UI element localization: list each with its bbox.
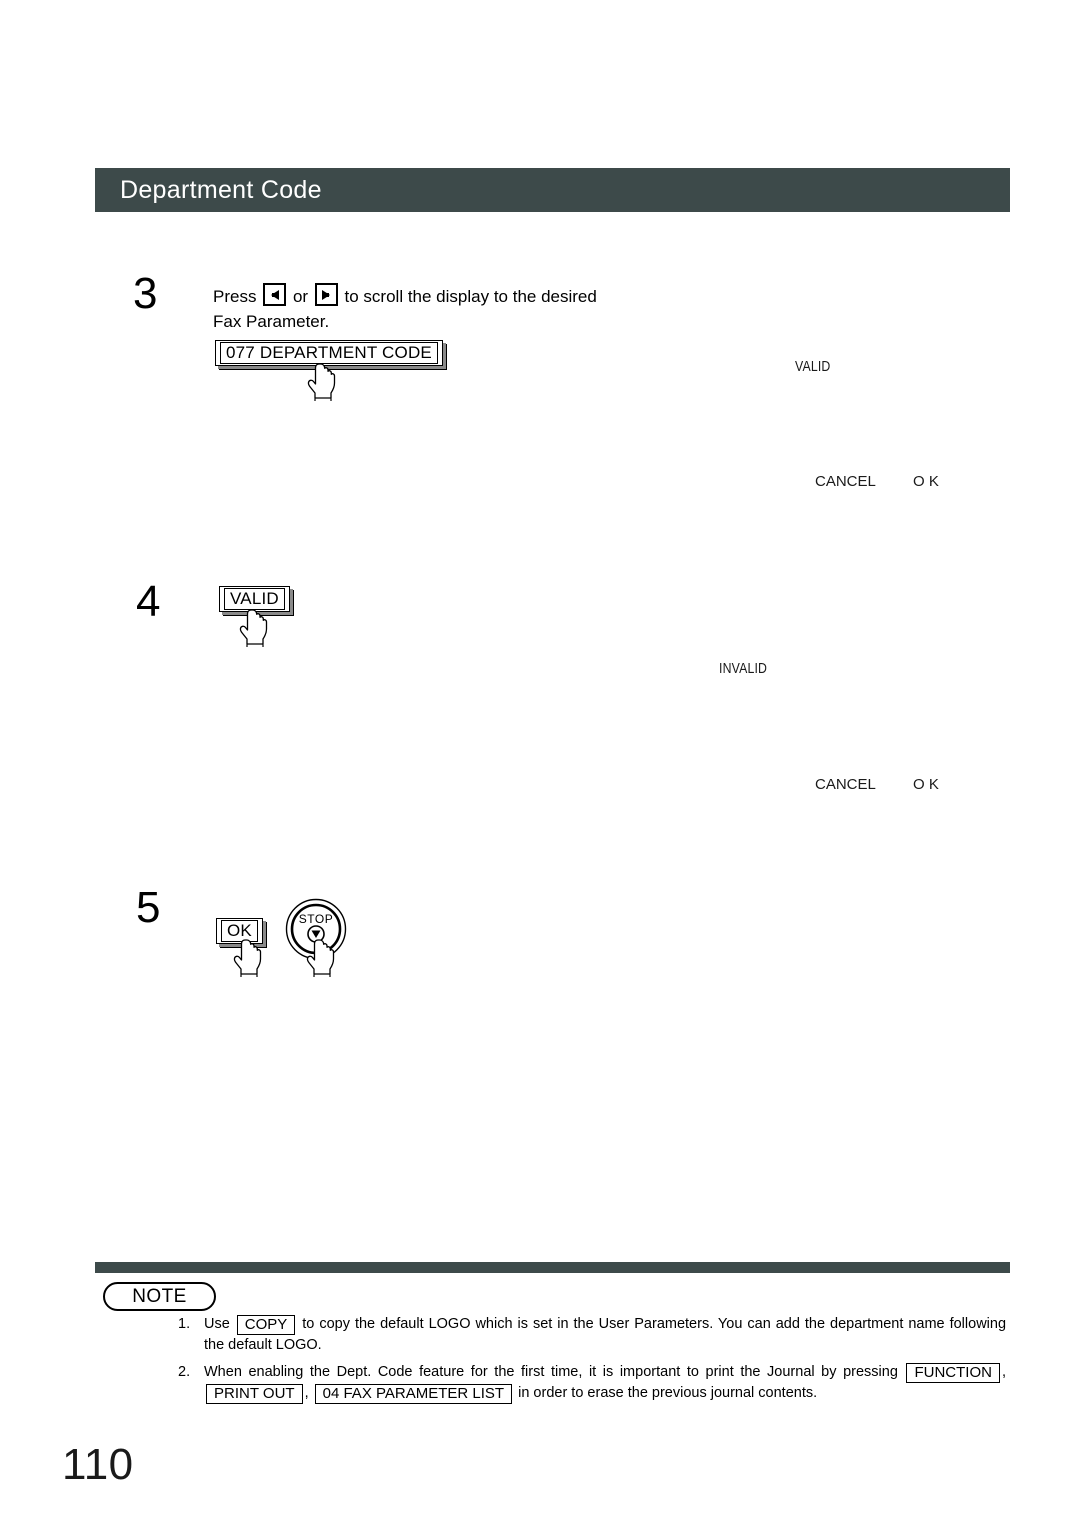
pointing-hand-icon — [232, 938, 266, 978]
note-item-2-sep1: , — [1001, 1364, 1006, 1380]
step-3-lcd-softkey-cancel[interactable]: CANCEL — [815, 473, 876, 490]
note-item-1: 1. Use COPY to copy the default LOGO whi… — [178, 1314, 1006, 1356]
arrow-right-icon[interactable] — [314, 283, 338, 306]
step-3-instruction: Press or to scroll the display to the de… — [213, 283, 683, 334]
step-3-text-after: to scroll the display to the desired — [344, 287, 597, 306]
note-item-1-text-part2: to copy the default LOGO which is set in… — [204, 1316, 1007, 1353]
note-item-2: 2. When enabling the Dept. Code feature … — [178, 1362, 1006, 1404]
step-3-lcd-softkey-ok[interactable]: O K — [913, 473, 939, 490]
document-page: Department Code 3 Press or to scroll the… — [0, 0, 1080, 1528]
note-item-1-marker: 1. — [178, 1316, 191, 1332]
step-3-number: 3 — [133, 269, 158, 318]
function-key[interactable]: FUNCTION — [906, 1363, 1000, 1383]
pointing-hand-icon — [305, 938, 339, 978]
step-4-lcd-softkey-cancel[interactable]: CANCEL — [815, 776, 876, 793]
step-5-number: 5 — [136, 883, 161, 932]
step-4-lcd-value: INVALID — [719, 660, 768, 677]
note-item-2-marker: 2. — [178, 1364, 191, 1380]
page-title: Department Code — [120, 175, 322, 204]
note-label: NOTE — [103, 1282, 216, 1311]
footer-divider — [95, 1262, 1010, 1273]
note-item-1-text-part1: Use — [204, 1316, 230, 1332]
pointing-hand-icon — [238, 608, 272, 648]
note-item-2-text-part2: in order to erase the previous journal c… — [518, 1385, 818, 1401]
page-number: 110 — [62, 1440, 134, 1489]
step-4-number: 4 — [136, 577, 161, 626]
step-3-text-between: or — [292, 287, 309, 306]
fax-parameter-list-key[interactable]: 04 FAX PARAMETER LIST — [314, 1384, 513, 1404]
valid-button-label: VALID — [224, 588, 285, 610]
note-item-2-sep2: , — [304, 1385, 309, 1401]
arrow-left-icon[interactable] — [263, 283, 287, 306]
step-3-text-before: Press — [213, 287, 257, 306]
note-label-text: NOTE — [132, 1285, 187, 1307]
step-3-text-line2: Fax Parameter. — [213, 312, 330, 331]
stop-button-label: STOP — [298, 912, 334, 926]
note-list: 1. Use COPY to copy the default LOGO whi… — [178, 1314, 1006, 1410]
step-4-lcd-softkey-ok[interactable]: O K — [913, 776, 939, 793]
note-item-2-text-part1: When enabling the Dept. Code feature for… — [204, 1364, 898, 1380]
step-3-lcd-value: VALID — [795, 358, 831, 375]
copy-key[interactable]: COPY — [236, 1315, 296, 1335]
department-code-button-label: 077 DEPARTMENT CODE — [220, 342, 438, 364]
pointing-hand-icon — [306, 362, 340, 402]
section-header-bar: Department Code — [95, 168, 1010, 212]
print-out-key[interactable]: PRINT OUT — [206, 1384, 303, 1404]
